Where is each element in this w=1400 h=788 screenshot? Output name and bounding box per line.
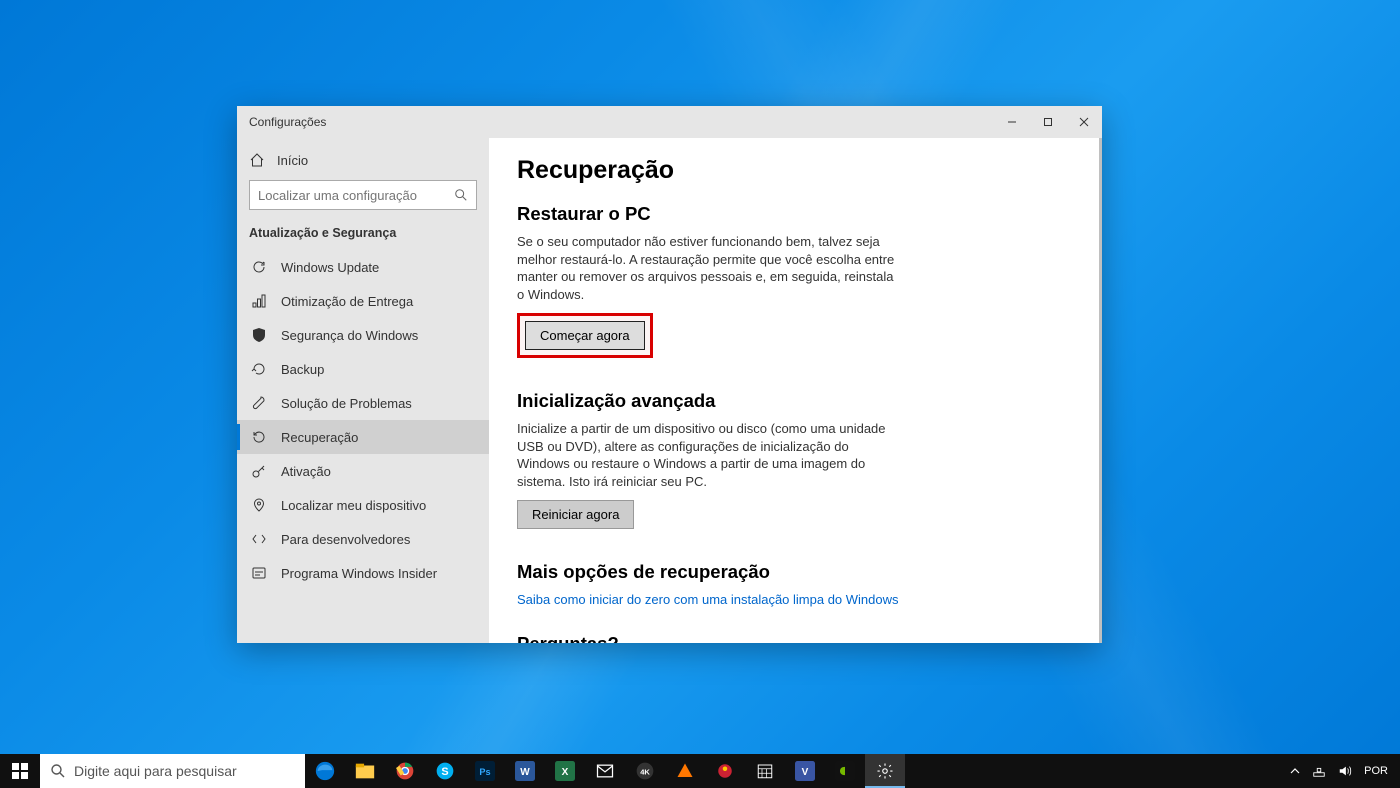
reset-pc-get-started-button[interactable]: Começar agora <box>525 321 645 350</box>
sidebar-item-activation[interactable]: Ativação <box>237 454 489 488</box>
tray-chevron-up-icon[interactable] <box>1284 754 1306 788</box>
taskbar-app-nvidia[interactable] <box>825 754 865 788</box>
reset-pc-description: Se o seu computador não estiver funciona… <box>517 233 897 303</box>
taskbar-app-4k[interactable]: 4K <box>625 754 665 788</box>
highlight-annotation: Começar agora <box>517 313 653 358</box>
key-icon <box>251 463 267 479</box>
recovery-icon <box>251 429 267 445</box>
taskbar-app-generic-red[interactable] <box>705 754 745 788</box>
advanced-startup-heading: Inicialização avançada <box>517 390 1074 412</box>
sidebar-item-troubleshoot[interactable]: Solução de Problemas <box>237 386 489 420</box>
sidebar-item-windows-update[interactable]: Windows Update <box>237 250 489 284</box>
taskbar-search-placeholder: Digite aqui para pesquisar <box>74 763 237 779</box>
window-title: Configurações <box>237 115 994 129</box>
sidebar-item-recovery[interactable]: Recuperação <box>237 420 489 454</box>
sidebar-item-backup[interactable]: Backup <box>237 352 489 386</box>
more-recovery-heading: Mais opções de recuperação <box>517 561 1074 583</box>
sync-icon <box>251 259 267 275</box>
settings-window: Configurações Início Atual <box>237 106 1102 643</box>
search-icon <box>50 763 66 779</box>
titlebar[interactable]: Configurações <box>237 106 1102 138</box>
taskbar-search[interactable]: Digite aqui para pesquisar <box>40 754 305 788</box>
svg-text:S: S <box>441 766 448 778</box>
svg-text:4K: 4K <box>640 767 650 776</box>
svg-text:V: V <box>802 767 809 778</box>
svg-text:Ps: Ps <box>479 767 490 777</box>
settings-sidebar: Início Atualização e Segurança Windows U… <box>237 138 489 643</box>
taskbar-pinned-apps: S Ps W X 4K V <box>305 754 905 788</box>
taskbar-app-photoshop[interactable]: Ps <box>465 754 505 788</box>
sidebar-item-label: Recuperação <box>281 430 358 445</box>
insider-icon <box>251 565 267 581</box>
sidebar-item-windows-security[interactable]: Segurança do Windows <box>237 318 489 352</box>
optimization-icon <box>251 293 267 309</box>
taskbar-app-calendar[interactable] <box>745 754 785 788</box>
restart-now-button[interactable]: Reiniciar agora <box>517 500 634 529</box>
maximize-button[interactable] <box>1030 106 1066 138</box>
sidebar-item-delivery-optimization[interactable]: Otimização de Entrega <box>237 284 489 318</box>
advanced-startup-description: Inicialize a partir de um dispositivo ou… <box>517 420 897 490</box>
taskbar-app-settings[interactable] <box>865 754 905 788</box>
shield-icon <box>251 327 267 343</box>
sidebar-item-label: Otimização de Entrega <box>281 294 413 309</box>
sidebar-home-button[interactable]: Início <box>237 142 489 178</box>
tray-volume-icon[interactable] <box>1332 754 1358 788</box>
taskbar-app-skype[interactable]: S <box>425 754 465 788</box>
sidebar-item-label: Localizar meu dispositivo <box>281 498 426 513</box>
taskbar-app-file-explorer[interactable] <box>345 754 385 788</box>
developer-icon <box>251 531 267 547</box>
search-icon <box>454 188 468 202</box>
sidebar-item-find-my-device[interactable]: Localizar meu dispositivo <box>237 488 489 522</box>
page-title: Recuperação <box>517 156 1074 185</box>
taskbar-app-chrome[interactable] <box>385 754 425 788</box>
start-button[interactable] <box>0 754 40 788</box>
taskbar-app-visio[interactable]: V <box>785 754 825 788</box>
sidebar-item-label: Windows Update <box>281 260 379 275</box>
reset-pc-heading: Restaurar o PC <box>517 203 1074 225</box>
home-icon <box>249 152 265 168</box>
taskbar-app-excel[interactable]: X <box>545 754 585 788</box>
tray-language[interactable]: POR <box>1358 754 1394 788</box>
sidebar-item-label: Ativação <box>281 464 331 479</box>
search-input[interactable] <box>258 188 454 203</box>
sidebar-item-windows-insider[interactable]: Programa Windows Insider <box>237 556 489 590</box>
backup-icon <box>251 361 267 377</box>
sidebar-category: Atualização e Segurança <box>237 216 489 250</box>
sidebar-item-label: Segurança do Windows <box>281 328 418 343</box>
sidebar-home-label: Início <box>277 153 308 168</box>
fresh-start-link[interactable]: Saiba como iniciar do zero com uma insta… <box>517 592 899 607</box>
svg-text:W: W <box>520 767 530 778</box>
taskbar-app-generic-orange[interactable] <box>665 754 705 788</box>
settings-content: Recuperação Restaurar o PC Se o seu comp… <box>489 138 1102 643</box>
wrench-icon <box>251 395 267 411</box>
sidebar-item-label: Para desenvolvedores <box>281 532 410 547</box>
sidebar-item-for-developers[interactable]: Para desenvolvedores <box>237 522 489 556</box>
taskbar: Digite aqui para pesquisar S Ps W X 4K V… <box>0 754 1400 788</box>
system-tray: POR <box>1284 754 1400 788</box>
location-icon <box>251 497 267 513</box>
close-button[interactable] <box>1066 106 1102 138</box>
sidebar-search[interactable] <box>249 180 477 210</box>
sidebar-item-label: Programa Windows Insider <box>281 566 437 581</box>
scrollbar[interactable] <box>1099 138 1102 643</box>
sidebar-item-label: Solução de Problemas <box>281 396 412 411</box>
svg-text:X: X <box>562 767 569 778</box>
taskbar-app-word[interactable]: W <box>505 754 545 788</box>
sidebar-item-label: Backup <box>281 362 324 377</box>
tray-network-icon[interactable] <box>1306 754 1332 788</box>
minimize-button[interactable] <box>994 106 1030 138</box>
taskbar-app-mail[interactable] <box>585 754 625 788</box>
taskbar-app-edge[interactable] <box>305 754 345 788</box>
questions-heading: Perguntas? <box>517 633 1074 643</box>
